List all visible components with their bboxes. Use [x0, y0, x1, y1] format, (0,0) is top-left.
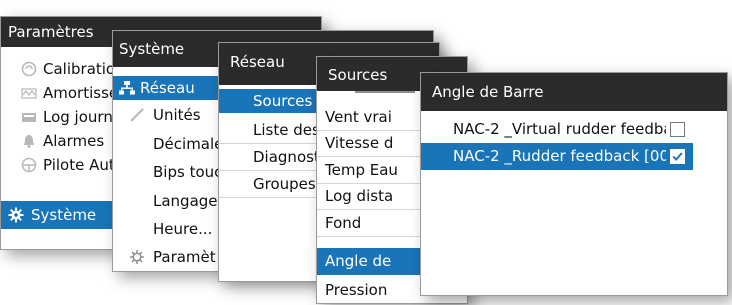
menu-item-label: Amortisse — [43, 84, 119, 102]
menu-item-label: Pression — [325, 281, 388, 299]
menu-item-label: Système — [31, 206, 97, 224]
source-item-rudder-feedback[interactable]: NAC-2 _Rudder feedback [00 — [421, 143, 693, 170]
virtual-rudder-checkbox[interactable] — [670, 122, 685, 137]
helm-icon — [21, 157, 37, 173]
checkmark-icon — [672, 152, 683, 161]
menu-item-label: Fond — [325, 214, 362, 232]
menu-item-label: Liste des — [253, 121, 320, 139]
menu-item-label: Alarmes — [43, 132, 105, 150]
network-icon — [119, 80, 135, 96]
ruler-icon — [129, 107, 145, 123]
menu-item-label: Pilote Aut — [43, 156, 115, 174]
menu-item-label: Groupes — [253, 175, 316, 193]
menu-item-label: Bips touc — [153, 163, 223, 181]
menu-item-label: Vent vrai — [325, 108, 392, 126]
rudder-feedback-checkbox[interactable] — [670, 149, 685, 164]
gear-icon — [8, 207, 24, 223]
log-icon — [21, 109, 37, 125]
source-item-label: NAC-2 _Rudder feedback [00 — [453, 147, 666, 165]
menu-item-label: Langage — [153, 192, 218, 210]
menu-item-label: Temp Eau — [325, 161, 398, 179]
wave-icon — [21, 85, 37, 101]
compass-icon — [21, 61, 37, 77]
menu-item-label: Heure... — [153, 220, 213, 238]
menu-item-label: Diagnost — [253, 148, 320, 166]
menu-item-label: Sources — [253, 92, 313, 110]
menu-item-label: Log journa — [43, 108, 123, 126]
menu-item-label: Angle de — [325, 252, 392, 270]
bell-icon — [21, 133, 37, 149]
menu-item-label: Réseau — [140, 79, 195, 97]
angle-de-barre-panel: Angle de Barre NAC-2 _Virtual rudder fee… — [420, 72, 728, 296]
source-item-virtual-rudder[interactable]: NAC-2 _Virtual rudder feedba — [421, 117, 666, 141]
menu-item-label: Décimale — [153, 135, 224, 153]
menu-item-label: Log dista — [325, 187, 394, 205]
source-item-label: NAC-2 _Virtual rudder feedba — [453, 120, 666, 138]
settings-cog-icon — [129, 249, 145, 265]
menu-item-label: Vitesse d — [325, 134, 394, 152]
panel-title-angle-de-barre: Angle de Barre — [421, 73, 727, 111]
menu-item-label: Unités — [153, 106, 201, 124]
scrolled-item-edge — [355, 91, 415, 93]
menu-item-label: Paramèt — [153, 248, 216, 266]
